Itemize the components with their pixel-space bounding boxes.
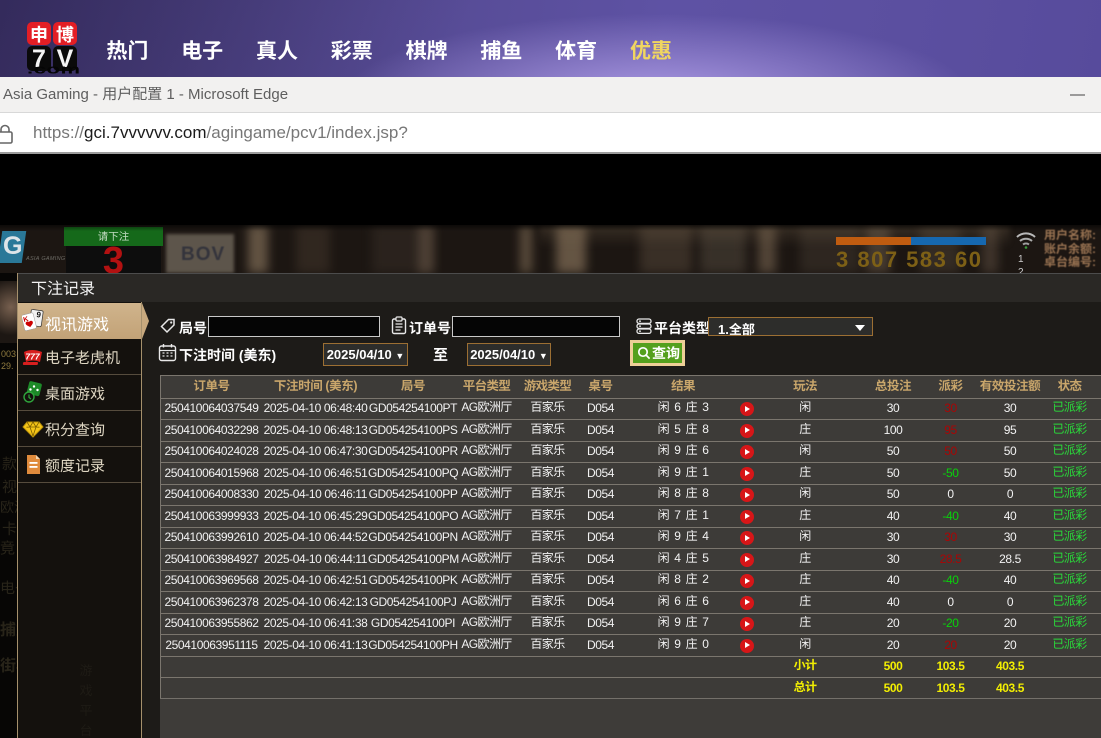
svg-text:777: 777 — [25, 351, 40, 363]
